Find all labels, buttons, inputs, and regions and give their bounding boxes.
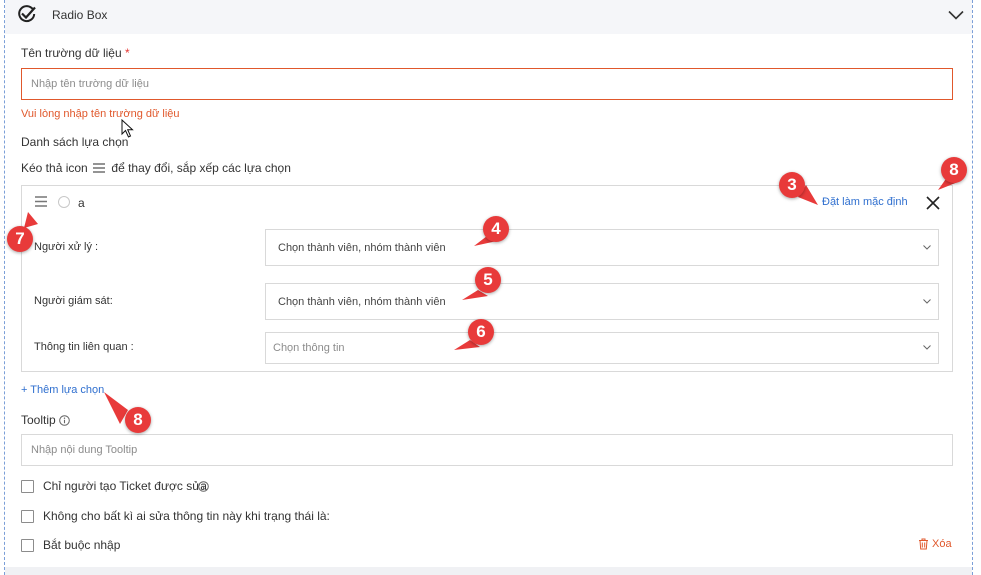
field-header[interactable]: Radio Box — [5, 0, 972, 34]
field-name-label: Tên trường dữ liệu * — [21, 46, 130, 60]
trash-icon — [919, 538, 928, 550]
chevron-down-icon — [923, 244, 931, 250]
choice-value: a — [78, 196, 85, 210]
tooltip-label: Tooltip — [21, 413, 56, 427]
bottom-bar — [5, 567, 972, 575]
info-icon[interactable] — [59, 415, 70, 426]
choice-radio[interactable] — [58, 196, 70, 208]
assignee-label: Người xử lý : — [34, 241, 99, 253]
drag-handle-icon — [93, 163, 106, 173]
required-checkbox[interactable] — [21, 539, 34, 552]
lock-by-status-label: Không cho bất kì ai sửa thông tin này kh… — [43, 509, 330, 523]
delete-button[interactable]: Xóa — [918, 538, 952, 550]
related-info-select-value: Chọn thông tin — [273, 342, 345, 354]
lock-by-status-checkbox[interactable] — [21, 510, 34, 523]
chevron-down-icon — [923, 345, 931, 350]
close-icon[interactable] — [926, 196, 940, 210]
field-name-error: Vui lòng nhập tên trường dữ liệu — [21, 108, 180, 120]
assignee-select-value: Chọn thành viên, nhóm thành viên — [278, 241, 446, 254]
info-icon[interactable] — [198, 481, 209, 492]
choices-hint: Kéo thả icon để thay đổi, sắp xếp các lự… — [21, 161, 291, 175]
required-label: Bắt buộc nhập — [43, 538, 121, 552]
delete-label: Xóa — [932, 538, 952, 550]
drag-handle-icon[interactable] — [35, 196, 47, 207]
chevron-down-icon[interactable] — [948, 10, 964, 20]
annotation-badge-8: 8 — [941, 157, 967, 183]
add-choice-link[interactable]: + Thêm lựa chọn — [21, 384, 104, 396]
required-mark: * — [125, 46, 130, 60]
annotation-badge-7: 7 — [7, 226, 33, 252]
field-name-label-text: Tên trường dữ liệu — [21, 46, 122, 60]
field-type-title: Radio Box — [52, 8, 108, 22]
field-name-placeholder: Nhập tên trường dữ liệu — [31, 78, 149, 90]
tooltip-placeholder: Nhập nội dung Tooltip — [31, 444, 138, 456]
annotation-badge-5: 5 — [475, 267, 501, 293]
assignee-select[interactable]: Chọn thành viên, nhóm thành viên — [265, 229, 939, 266]
annotation-badge-8b: 8 — [125, 407, 151, 433]
supervisor-select[interactable]: Chọn thành viên, nhóm thành viên — [265, 283, 939, 320]
supervisor-label: Người giám sát: — [34, 295, 113, 307]
annotation-badge-3: 3 — [779, 172, 805, 198]
creator-only-checkbox[interactable] — [21, 480, 34, 493]
creator-only-label: Chỉ người tạo Ticket được sửa — [43, 479, 207, 493]
choices-hint-before: Kéo thả icon — [21, 161, 88, 175]
annotation-badge-6: 6 — [468, 319, 494, 345]
choices-label: Danh sách lựa chọn — [21, 135, 129, 149]
field-name-input[interactable]: Nhập tên trường dữ liệu — [21, 68, 953, 100]
tooltip-input[interactable]: Nhập nội dung Tooltip — [21, 434, 953, 466]
choices-hint-after: để thay đổi, sắp xếp các lựa chọn — [111, 161, 291, 175]
chevron-down-icon — [923, 298, 931, 304]
supervisor-select-value: Chọn thành viên, nhóm thành viên — [278, 295, 446, 308]
related-info-label: Thông tin liên quan : — [34, 341, 134, 353]
check-circle-icon — [18, 5, 36, 23]
related-info-select[interactable]: Chọn thông tin — [265, 332, 939, 364]
annotation-badge-4: 4 — [483, 216, 509, 242]
set-default-link[interactable]: Đặt làm mặc định — [822, 196, 908, 208]
